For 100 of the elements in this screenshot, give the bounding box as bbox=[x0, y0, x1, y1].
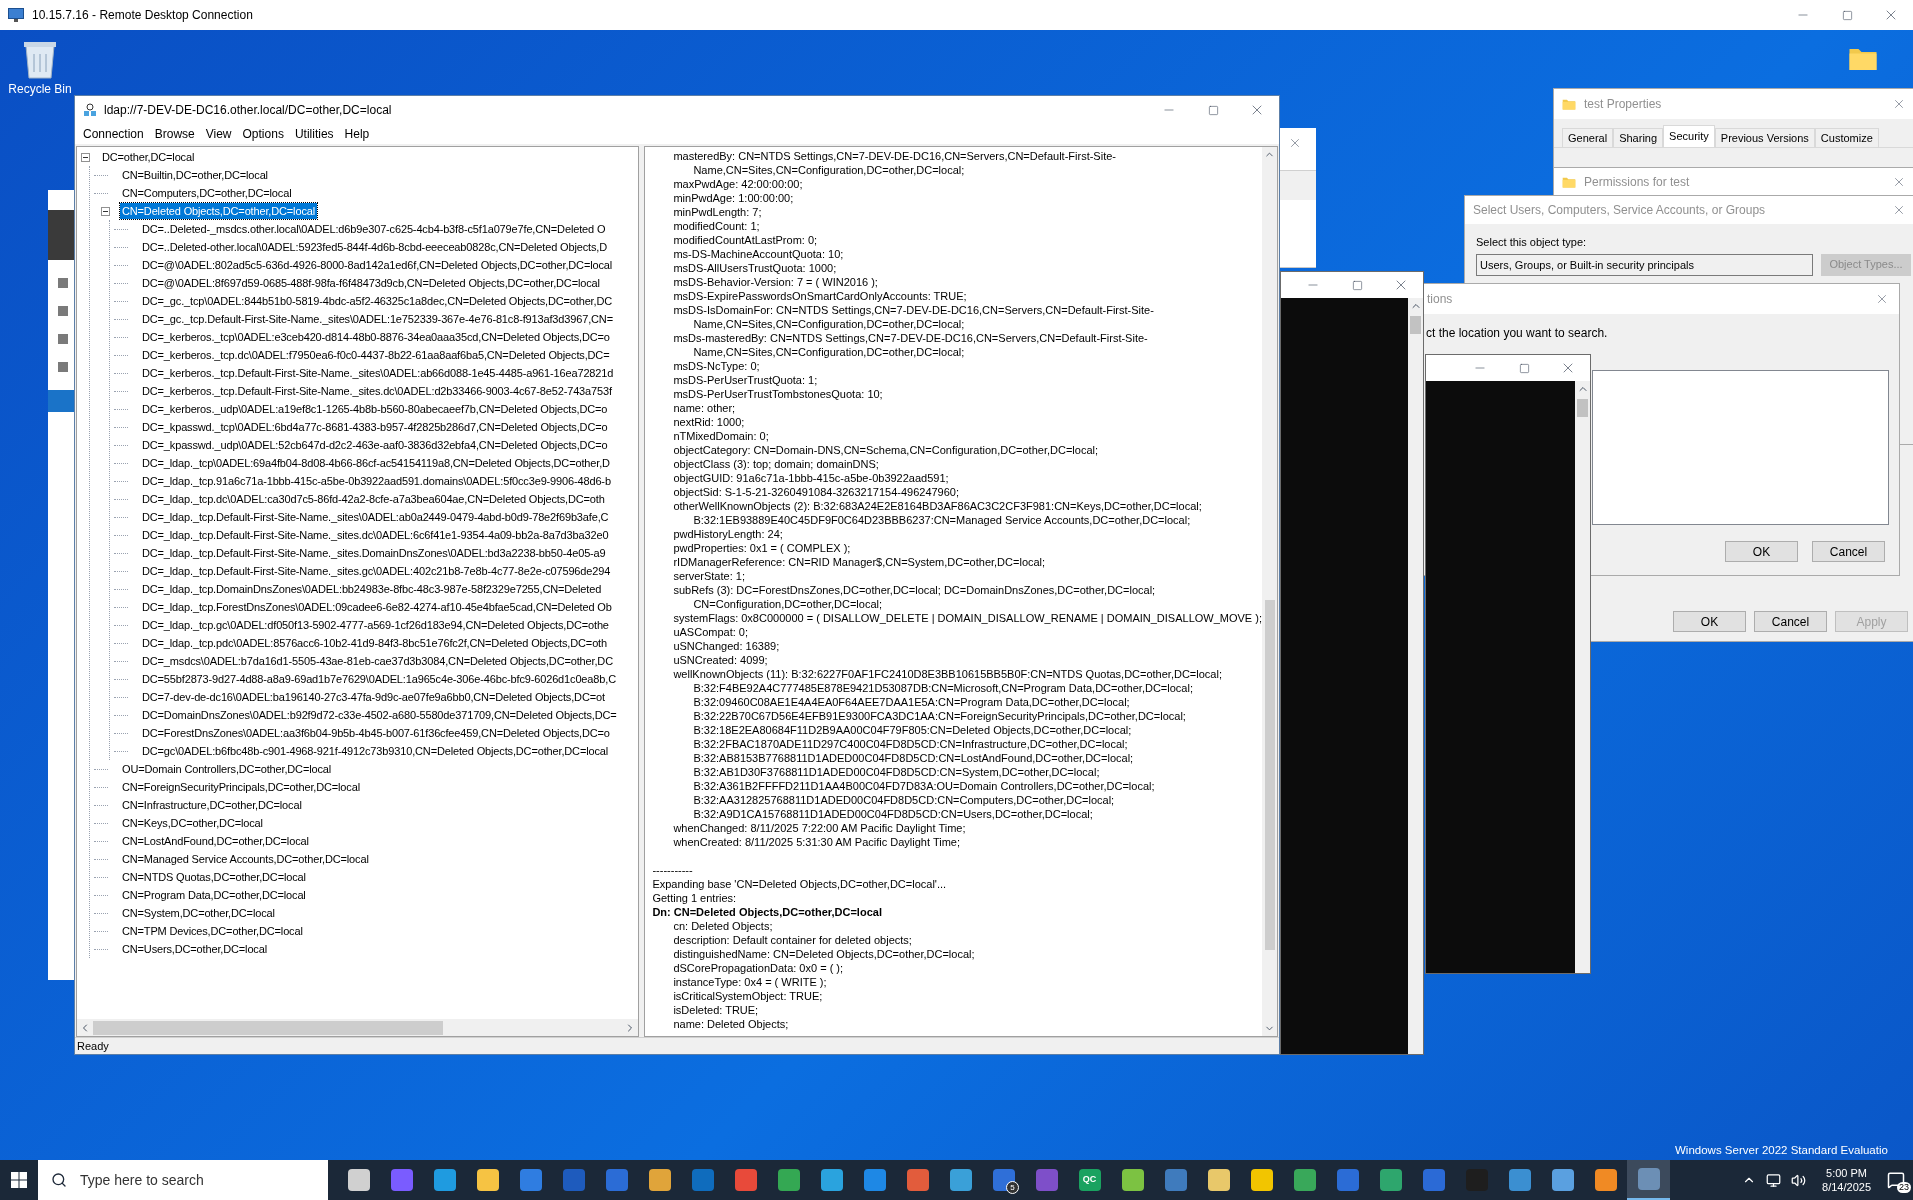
scroll-thumb[interactable] bbox=[1264, 600, 1275, 950]
tree-item[interactable]: CN=Program Data,DC=other,DC=local bbox=[120, 887, 308, 903]
maximize-icon[interactable] bbox=[1208, 104, 1219, 116]
taskbar-app-icon[interactable] bbox=[1627, 1160, 1670, 1200]
close-icon[interactable] bbox=[1892, 175, 1906, 189]
tree-item[interactable]: DC=_ldap._tcp.DomainDnsZones\0ADEL:bb24983e-8fbc-48c3-987e-58f2329e7255,CN=Deleted bbox=[140, 581, 604, 597]
tree-item[interactable]: CN=System,DC=other,DC=local bbox=[120, 905, 277, 921]
vertical-scrollbar[interactable] bbox=[1262, 147, 1277, 1036]
dialog-button[interactable]: OK bbox=[1673, 611, 1746, 632]
close-icon[interactable] bbox=[1875, 292, 1889, 306]
clock-time[interactable]: 5:00 PM bbox=[1826, 1166, 1867, 1180]
tree-item[interactable]: DC=_kerberos._udp\0ADEL:a19ef8c1-1265-4b8b-b560-80abecaeef7b,CN=Deleted Objects,DC=o bbox=[140, 401, 610, 417]
tree-item[interactable]: DC=_ldap._tcp.Default-First-Site-Name._sites\0ADEL:ab0a2449-0479-4abd-b0d9-78e2f69b3afe,C bbox=[140, 509, 611, 525]
dialog-button[interactable]: Cancel bbox=[1754, 611, 1827, 632]
tree-item[interactable]: CN=Computers,DC=other,DC=local bbox=[120, 185, 294, 201]
tree-item[interactable]: DC=_ldap._tcp.Default-First-Site-Name._sites.dc\0ADEL:6c6f41e1-9354-4a09-bb2a-8a7d3ba32e0 bbox=[140, 527, 611, 543]
tree-item[interactable]: CN=Infrastructure,DC=other,DC=local bbox=[120, 797, 304, 813]
tree-item[interactable]: CN=Users,DC=other,DC=local bbox=[120, 941, 269, 957]
tree-item[interactable]: DC=_ldap._tcp.dc\0ADEL:ca30d7c5-86fd-42a2-8cfe-a7a3bea604ae,CN=Deleted Objects,DC=oth bbox=[140, 491, 607, 507]
tree-item[interactable]: DC=_gc._tcp.Default-First-Site-Name._sites\0ADEL:1e752339-367e-4e76-81c8-f913af3d3967,CN= bbox=[140, 311, 615, 327]
horizontal-scrollbar[interactable] bbox=[77, 1019, 639, 1036]
menu-item[interactable]: Help bbox=[339, 125, 375, 143]
scroll-thumb[interactable] bbox=[1410, 316, 1421, 334]
output-line: masteredBy: CN=NTDS Settings,CN=7-DEV-DE-DC16,CN=Servers,CN=Default-First-Site- bbox=[672, 149, 1117, 163]
output-line: rIDManagerReference: CN=RID Manager$,CN=System,DC=other,DC=local; bbox=[672, 555, 1047, 569]
tree-item[interactable]: CN=TPM Devices,DC=other,DC=local bbox=[120, 923, 305, 939]
dialog-tab[interactable]: General bbox=[1562, 128, 1614, 147]
tree-item[interactable]: DC=_kerberos._tcp\0ADEL:e3ceb420-d814-48b0-8876-34ea0aaa35cd,CN=Deleted Objects,DC=o bbox=[140, 329, 612, 345]
output-line: B:32:22B70C67D56E4EFB91E9300FCA3DC1AA:CN=ForeignSecurityPrincipals,DC=other,DC=local; bbox=[692, 709, 1187, 723]
tree-item[interactable]: DC=@\0ADEL:802ad5c5-636d-4926-8000-8ad142a1ed6f,CN=Deleted Objects,DC=other,DC=local bbox=[140, 257, 615, 273]
output-line: serverState: 1; bbox=[672, 569, 746, 583]
menu-item[interactable]: Options bbox=[237, 125, 289, 143]
dialog-title: Permissions for test bbox=[1584, 174, 1690, 191]
tree-item[interactable]: DC=55bf2873-9d27-4d88-a8a9-69ad1b7e7629\0ADEL:1a965c4e-306e-46bc-bfc9-6026d1c0ea8b,C bbox=[140, 671, 618, 687]
tree-item[interactable]: DC=_kerberos._tcp.Default-First-Site-Name._sites.dc\0ADEL:d2b33466-9003-4c67-8e52-743a753f bbox=[140, 383, 614, 399]
tree-item[interactable]: DC=_ldap._tcp.ForestDnsZones\0ADEL:09cadee6-6e82-4274-af10-45e4bfae5cad,CN=Deleted Ob bbox=[140, 599, 614, 615]
output-line: pwdHistoryLength: 24; bbox=[672, 527, 784, 541]
tree-item[interactable]: DC=_ldap._tcp.gc\0ADEL:df050f13-5902-4777-a569-1cf26d183e94,CN=Deleted Objects,DC=othe bbox=[140, 617, 611, 633]
taskbar-app-icon[interactable]: 5 bbox=[982, 1160, 1025, 1200]
menu-item[interactable]: View bbox=[200, 125, 237, 143]
dialog-tab[interactable]: Sharing bbox=[1613, 128, 1664, 147]
collapse-icon[interactable] bbox=[101, 206, 110, 216]
tree-item[interactable]: CN=Managed Service Accounts,DC=other,DC=local bbox=[120, 851, 371, 867]
tree-item[interactable]: DC=..Deleted-_msdcs.other.local\0ADEL:d6b9e307-c625-4cb4-b3f8-c5f1a079e7fe,CN=Deleted O bbox=[140, 221, 608, 237]
tree-item[interactable]: DC=_gc._tcp\0ADEL:844b51b0-5819-4bdc-a5f2-46325c1a8dec,CN=Deleted Objects,DC=other,DC bbox=[140, 293, 615, 309]
tree-item[interactable]: DC=_ldap._tcp.pdc\0ADEL:8576acc6-10b2-41d9-84f3-8bc51e76fc2f,CN=Deleted Objects,DC=oth bbox=[140, 635, 609, 651]
field-label: Select this object type: bbox=[1476, 235, 1588, 250]
output-line: uASCompat: 0; bbox=[672, 625, 749, 639]
tree-item[interactable]: CN=NTDS Quotas,DC=other,DC=local bbox=[120, 869, 308, 885]
tree-item[interactable]: DC=ForestDnsZones\0ADEL:aa3f6b04-9b5b-4b45-b007-61f36cfee459,CN=Deleted Objects,DC=o bbox=[140, 725, 612, 741]
tree-item[interactable]: DC=_kerberos._tcp.dc\0ADEL:f7950ea6-f0c0-4437-8b22-61aa8aaf6ba5,CN=Deleted Objects,DC= bbox=[140, 347, 612, 363]
start-icon[interactable] bbox=[11, 1172, 27, 1188]
tree-item[interactable]: DC=gc\0ADEL:b6fbc48b-c901-4968-921f-4912c73b9310,CN=Deleted Objects,DC=other,DC=local bbox=[140, 743, 611, 759]
tree-item[interactable]: DC=_kpasswd._tcp\0ADEL:6bd4a77c-8681-4383-b957-4f2825b286d7,CN=Deleted Objects,DC=o bbox=[140, 419, 610, 435]
tree-item[interactable]: CN=Keys,DC=other,DC=local bbox=[120, 815, 265, 831]
tree-item[interactable]: DC=_kerberos._tcp.Default-First-Site-Name._sites\0ADEL:ab66d088-1e45-4485-a961-16ea72821d bbox=[140, 365, 616, 381]
tree-item[interactable]: DC=7-dev-de-dc16\0ADEL:ba196140-27c3-47fa-9d9c-ae07fe9a6bb0,CN=Deleted Objects,DC=ot bbox=[140, 689, 607, 705]
output-line: nextRid: 1000; bbox=[672, 415, 746, 429]
dialog-button[interactable]: OK bbox=[1725, 541, 1798, 562]
network-icon[interactable] bbox=[1766, 1172, 1782, 1188]
dialog-tab[interactable]: Security bbox=[1663, 125, 1715, 147]
tree-item[interactable]: DC=_ldap._tcp.91a6c71a-1bbb-415c-a5be-0b3922aad591.domains\0ADEL:5f0cc3e9-9906-48d6-b bbox=[140, 473, 613, 489]
tree-item[interactable]: DC=_msdcs\0ADEL:b7da16d1-5505-43ae-81eb-cae37d3b3084,CN=Deleted Objects,DC=other,DC bbox=[140, 653, 615, 669]
tree-item[interactable]: DC=_ldap._tcp.Default-First-Site-Name._sites.DomainDnsZones\0ADEL:bd3a2238-bb50-4e05-a9 bbox=[140, 545, 608, 561]
scrollbar[interactable] bbox=[1408, 298, 1423, 1054]
dialog-tab[interactable]: Previous Versions bbox=[1714, 128, 1815, 147]
output-line: msDS-IsDomainFor: CN=NTDS Settings,CN=7-DEV-DE-DC16,CN=Servers,CN=Default-First-Site- bbox=[672, 303, 1155, 317]
scroll-thumb[interactable] bbox=[93, 1020, 443, 1035]
scrollbar[interactable] bbox=[1575, 381, 1590, 973]
search-field[interactable]: Type here to search bbox=[38, 1160, 328, 1200]
object-type-field[interactable]: Users, Groups, or Built-in security principals bbox=[1476, 253, 1813, 276]
menu-item[interactable]: Browse bbox=[149, 125, 200, 143]
menu-item[interactable]: Utilities bbox=[289, 125, 339, 143]
output-line: Name,CN=Sites,CN=Configuration,DC=other,DC=local; bbox=[692, 317, 966, 331]
tree-item[interactable]: CN=Deleted Objects,DC=other,DC=local bbox=[120, 203, 317, 219]
tree-item[interactable]: CN=ForeignSecurityPrincipals,DC=other,DC=local bbox=[120, 779, 362, 795]
volume-icon[interactable] bbox=[1791, 1172, 1807, 1188]
close-icon[interactable] bbox=[1288, 136, 1302, 150]
notification-count: 23 bbox=[1897, 1182, 1911, 1193]
tree-item[interactable]: DC=_ldap._tcp.Default-First-Site-Name._sites.gc\0ADEL:402c21b8-7e8b-4c77-8e2e-c07596de294 bbox=[140, 563, 613, 579]
tree-item[interactable]: DC=@\0ADEL:8f697d59-0685-488f-98fa-f6f48473d9cb,CN=Deleted Objects,DC=other,DC=local bbox=[140, 275, 602, 291]
tree-item[interactable]: DC=_ldap._tcp\0ADEL:69a4fb04-8d08-4b66-86cf-ac54154119a8,CN=Deleted Objects,DC=other,D bbox=[140, 455, 612, 471]
tree-item[interactable]: DC=other,DC=local bbox=[100, 149, 197, 165]
menu-item[interactable]: Connection bbox=[78, 125, 149, 143]
tree-item[interactable]: DC=..Deleted-other.local\0ADEL:5923fed5-844f-4d6b-8cbd-eeeceab0828c,CN=Deleted Objects,D bbox=[140, 239, 609, 255]
maximize-icon[interactable] bbox=[1519, 362, 1530, 374]
tree-item[interactable]: DC=_kpasswd._udp\0ADEL:52cb647d-d2c2-463e-aaf0-3836d32ebfa4,CN=Deleted Objects,DC=o bbox=[140, 437, 610, 453]
maximize-icon[interactable] bbox=[1842, 9, 1853, 21]
dialog-tab[interactable]: Customize bbox=[1814, 128, 1879, 147]
close-icon[interactable] bbox=[1892, 203, 1906, 217]
maximize-icon[interactable] bbox=[1352, 279, 1363, 291]
collapse-icon[interactable] bbox=[81, 152, 90, 162]
dialog-button[interactable]: Cancel bbox=[1812, 541, 1885, 562]
tree-item[interactable]: CN=Builtin,DC=other,DC=local bbox=[120, 167, 270, 183]
clock-date[interactable]: 8/14/2025 bbox=[1822, 1180, 1871, 1194]
tree-item[interactable]: CN=LostAndFound,DC=other,DC=local bbox=[120, 833, 311, 849]
tree-item[interactable]: OU=Domain Controllers,DC=other,DC=local bbox=[120, 761, 334, 777]
close-icon[interactable] bbox=[1892, 97, 1906, 111]
tree-item[interactable]: DC=DomainDnsZones\0ADEL:b92f9d72-c33e-4502-a680-5580de371709,CN=Deleted Objects,DC= bbox=[140, 707, 619, 723]
scroll-thumb[interactable] bbox=[1577, 399, 1588, 417]
